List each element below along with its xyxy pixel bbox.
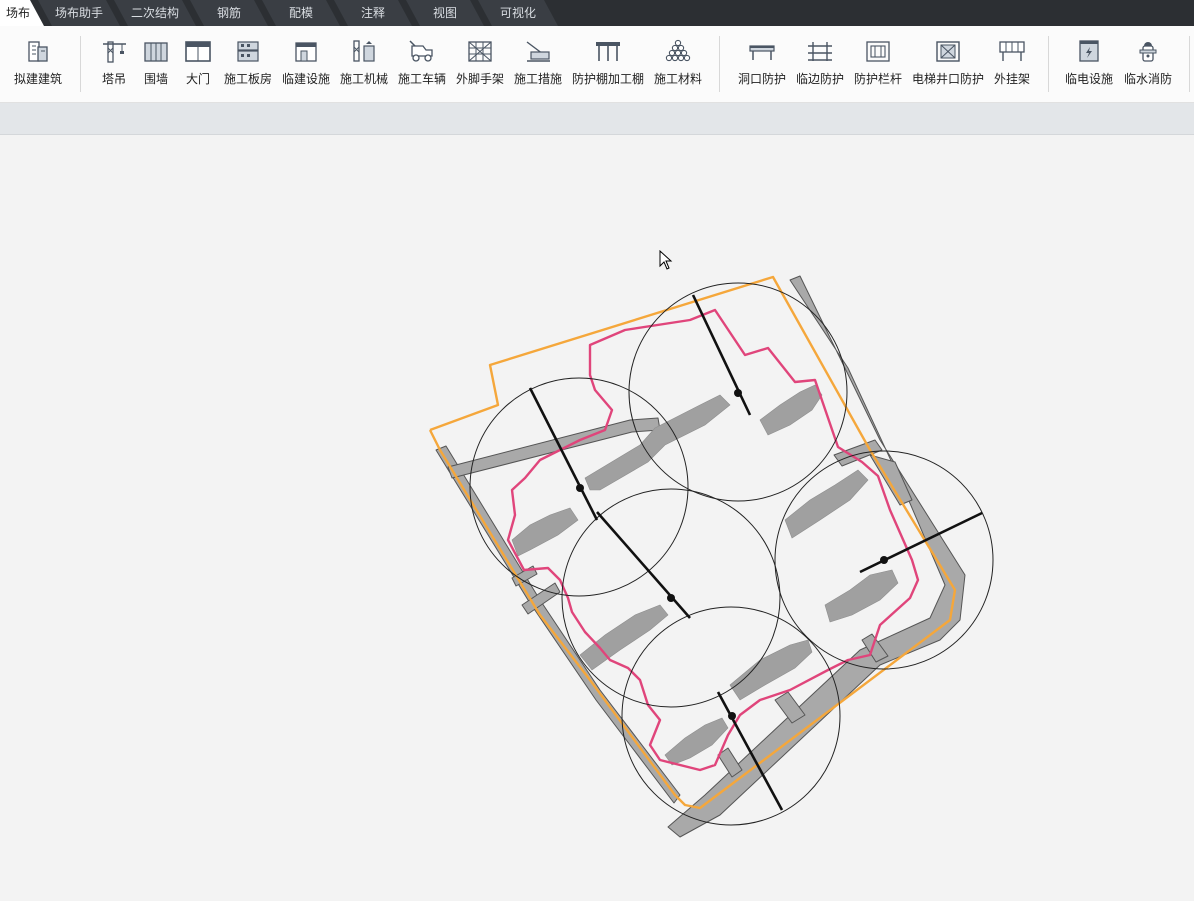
tool-label: 临电设施 — [1064, 72, 1113, 86]
tool-label: 围墙 — [143, 72, 168, 86]
elevator-shaft-protection-icon — [936, 41, 960, 62]
fire-hydrant-button[interactable]: 临水消防 — [1120, 34, 1176, 96]
guardrail-button[interactable]: 防护栏杆 — [852, 34, 904, 96]
tool-label: 外脚手架 — [455, 72, 504, 86]
gate-icon — [185, 41, 211, 62]
building-icon — [28, 41, 48, 62]
tool-label: 电梯井口防护 — [911, 72, 984, 86]
tab-label: 二次结构 — [130, 6, 179, 20]
tab-formwork[interactable]: 配模 — [262, 0, 340, 26]
tab-annotation[interactable]: 注释 — [334, 0, 412, 26]
tab-label: 注释 — [360, 6, 385, 20]
ribbon-tab-bar: 场布 场布助手 二次结构 钢筋 配模 注释 视图 可视化 — [0, 0, 1194, 26]
construction-measure-icon — [526, 41, 550, 62]
tool-label: 临水消防 — [1123, 72, 1172, 86]
tab-site-assistant[interactable]: 场布助手 — [38, 0, 120, 26]
materials-icon — [665, 39, 691, 62]
gate-button[interactable]: 大门 — [178, 34, 218, 96]
tool-label: 防护栏杆 — [853, 72, 902, 86]
tab-secondary-structure[interactable]: 二次结构 — [114, 0, 196, 26]
tab-label: 配模 — [288, 6, 313, 20]
tool-label: 临边防护 — [795, 72, 844, 86]
crane-center[interactable] — [734, 389, 742, 397]
proposed-building-button[interactable]: 拟建建筑 — [8, 34, 68, 96]
mouse-cursor-icon — [659, 250, 673, 270]
temporary-power-button[interactable]: 临电设施 — [1062, 34, 1116, 96]
construction-vehicle-button[interactable]: 施工车辆 — [396, 34, 448, 96]
site-plan-drawing[interactable] — [0, 135, 1194, 898]
opening-protection-icon — [749, 45, 775, 60]
ribbon-separator — [80, 36, 81, 92]
building-redline-boundary[interactable] — [506, 308, 920, 772]
drawing-canvas[interactable] — [0, 135, 1194, 898]
construction-measure-button[interactable]: 施工措施 — [512, 34, 564, 96]
ribbon-separator — [1048, 36, 1049, 92]
ribbon-separator — [719, 36, 720, 92]
road-segment[interactable] — [667, 275, 966, 838]
tool-label: 施工板房 — [223, 72, 272, 86]
tab-site-layout[interactable]: 场布 — [0, 0, 44, 26]
crane-center[interactable] — [576, 484, 584, 492]
tool-label: 塔吊 — [101, 72, 126, 86]
building-footprint[interactable] — [511, 507, 579, 557]
construction-machinery-icon — [353, 40, 375, 62]
tab-label: 场布 — [5, 6, 30, 20]
ribbon-toolbar: 拟建建筑 塔吊 围墙 大门 施工板房 临建设施 施工机械 施工车辆 外脚手架 施… — [0, 26, 1194, 103]
temporary-facility-icon — [295, 42, 317, 62]
tower-crane-icon — [103, 41, 126, 63]
tower-cranes[interactable] — [528, 294, 983, 811]
elevator-shaft-protection-button[interactable]: 电梯井口防护 — [910, 34, 986, 96]
external-frame-button[interactable]: 外挂架 — [990, 34, 1034, 96]
tool-label: 施工车辆 — [397, 72, 446, 86]
external-frame-icon — [999, 41, 1025, 61]
construction-materials-button[interactable]: 施工材料 — [652, 34, 704, 96]
building-footprint[interactable] — [729, 639, 813, 701]
protective-shed-button[interactable]: 防护棚加工棚 — [570, 34, 646, 96]
edge-protection-button[interactable]: 临边防护 — [794, 34, 846, 96]
construction-machinery-button[interactable]: 施工机械 — [338, 34, 390, 96]
scaffold-icon — [468, 41, 492, 62]
tool-label: 拟建建筑 — [13, 72, 62, 86]
ribbon-separator — [1189, 36, 1190, 92]
tool-label: 施工措施 — [513, 72, 562, 86]
tool-label: 洞口防护 — [737, 72, 786, 86]
site-office-button[interactable]: 施工板房 — [222, 34, 274, 96]
building-footprint[interactable] — [784, 469, 869, 539]
construction-vehicle-icon — [409, 40, 433, 62]
tool-label: 施工机械 — [339, 72, 388, 86]
tool-label: 大门 — [185, 72, 210, 86]
site-office-icon — [237, 41, 259, 62]
crane-center[interactable] — [880, 556, 888, 564]
wall-button[interactable]: 围墙 — [138, 34, 174, 96]
crane-jib[interactable] — [596, 511, 691, 619]
guardrail-icon — [866, 41, 890, 62]
tool-label: 防护棚加工棚 — [571, 72, 644, 86]
tool-label: 外挂架 — [993, 72, 1030, 86]
building-footprint[interactable] — [824, 569, 899, 623]
external-scaffold-button[interactable]: 外脚手架 — [454, 34, 506, 96]
protective-shed-icon — [596, 42, 620, 61]
tab-view[interactable]: 视图 — [406, 0, 484, 26]
tab-label: 钢筋 — [216, 6, 241, 20]
tool-label: 临建设施 — [281, 72, 330, 86]
tab-rebar[interactable]: 钢筋 — [190, 0, 268, 26]
wall-icon — [144, 42, 168, 62]
tool-label: 施工材料 — [653, 72, 702, 86]
tower-crane-button[interactable]: 塔吊 — [94, 34, 134, 96]
crane-center[interactable] — [728, 712, 736, 720]
tab-visualization[interactable]: 可视化 — [478, 0, 558, 26]
building-footprint[interactable] — [759, 384, 823, 436]
secondary-toolbar — [0, 103, 1194, 135]
tower-crane-radii[interactable] — [469, 282, 994, 826]
edge-protection-icon — [808, 42, 832, 61]
fire-hydrant-icon — [1139, 42, 1157, 62]
tab-label: 场布助手 — [54, 6, 103, 20]
opening-protection-button[interactable]: 洞口防护 — [734, 34, 790, 96]
tab-label: 视图 — [432, 6, 457, 20]
crane-center[interactable] — [667, 594, 675, 602]
temporary-facility-button[interactable]: 临建设施 — [280, 34, 332, 96]
temporary-power-icon — [1079, 40, 1099, 62]
tab-label: 可视化 — [499, 6, 536, 20]
building-footprint[interactable] — [584, 394, 731, 491]
